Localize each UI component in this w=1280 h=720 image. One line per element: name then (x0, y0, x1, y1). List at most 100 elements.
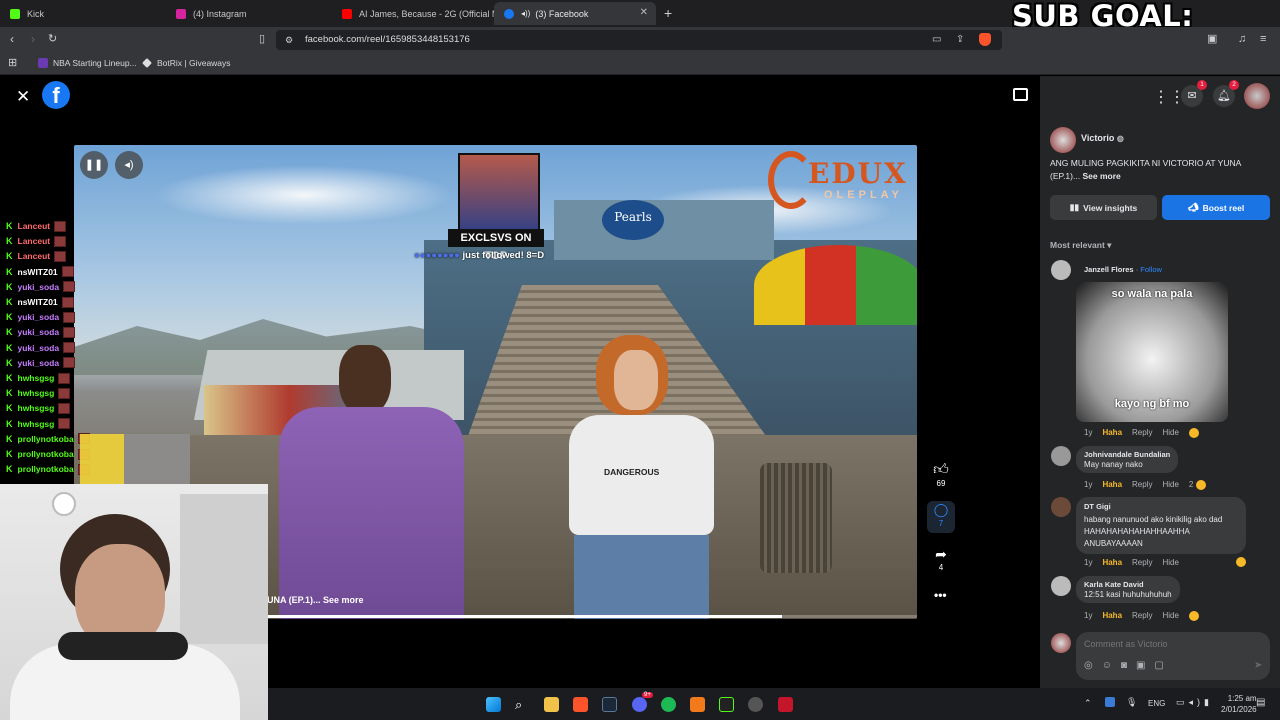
meme-image[interactable]: so wala na pala kayo ng bf mo (1076, 282, 1228, 422)
comment-author[interactable]: Janzell Flores · Follow (1084, 265, 1162, 274)
url-text: facebook.com/reel/1659853448153176 (305, 34, 470, 45)
apps-grid-icon[interactable]: ⊞ (8, 57, 17, 69)
music-icon[interactable]: ♫ (1238, 33, 1246, 45)
nba-icon (38, 58, 48, 68)
chat-line: K Lanceut (0, 219, 67, 233)
cloud (154, 165, 454, 225)
back-icon[interactable]: ‹ (10, 33, 14, 45)
spotify-icon[interactable] (661, 697, 676, 712)
botrix-icon (142, 58, 152, 68)
discord-badge: 9+ (642, 692, 653, 698)
chat-line: Kyuki_soda (0, 325, 76, 339)
commenter-avatar[interactable] (1051, 576, 1071, 596)
author-avatar[interactable] (1050, 127, 1076, 153)
bookmark-nba[interactable]: NBA Starting Lineup... (38, 58, 137, 68)
search-icon[interactable]: ⌕ (515, 697, 530, 712)
app-icon[interactable] (690, 697, 705, 712)
share-arrow-icon: ➦ (935, 546, 947, 562)
chat-avatar-icon (63, 311, 76, 323)
comment-textbox[interactable] (1084, 636, 1262, 652)
like-button[interactable]: 👍︎ 69 (930, 461, 952, 488)
reel-caption[interactable]: UNA (EP.1)... See more (267, 595, 364, 605)
tray-chevron-icon[interactable]: ⌃ (1084, 698, 1092, 709)
expand-icon[interactable] (1013, 88, 1028, 101)
comment-button[interactable]: ◯ 7 (927, 501, 955, 533)
language-indicator[interactable]: ENG (1148, 699, 1165, 708)
kick-app-icon[interactable] (778, 697, 793, 712)
chat-username: hwhsgsg (17, 418, 55, 429)
kick-badge-icon: K (6, 251, 13, 262)
public-globe-icon: ◍ (1116, 134, 1124, 143)
tray-app-icon[interactable] (1105, 697, 1115, 707)
sidebar-icon[interactable]: ▣ (1207, 33, 1217, 45)
terminal-icon[interactable] (719, 697, 734, 712)
send-icon[interactable]: ➤ (1254, 660, 1262, 671)
file-explorer-icon[interactable] (544, 697, 559, 712)
chat-username: hwhsgsg (17, 388, 55, 399)
chat-avatar-icon (54, 235, 67, 247)
chat-line: Kyuki_soda (0, 280, 76, 294)
sort-dropdown[interactable]: Most relevant ▾ (1050, 240, 1111, 251)
commenter-avatar[interactable] (1051, 446, 1071, 466)
boost-reel-button[interactable]: 📣︎ Boost reel (1162, 195, 1270, 220)
pearls-sign: Pearls (602, 200, 664, 240)
commenter-avatar[interactable] (1051, 260, 1071, 280)
chat-username: Lanceut (17, 251, 51, 262)
comment-bubble-icon: ◯ (933, 502, 949, 517)
volume-icon[interactable]: ◂) (115, 151, 143, 179)
tab-kick[interactable]: Kick (0, 2, 166, 25)
chat-username: yuki_soda (17, 281, 60, 292)
bookmark-icon[interactable]: ▯ (259, 33, 265, 45)
chat-line: Khwhsgsg (0, 417, 71, 431)
pause-icon[interactable]: ❚❚ (80, 151, 108, 179)
tab-label: (3) Facebook (535, 8, 589, 19)
discord-icon[interactable] (632, 697, 647, 712)
view-insights-button[interactable]: ▮▮ View insights (1050, 195, 1157, 220)
chat-username: prollynotkoba (17, 464, 74, 475)
author-name[interactable]: Victorio ◍ (1081, 133, 1124, 143)
megaphone-icon: 📣︎ (1187, 202, 1199, 212)
comment-input[interactable]: ◎☺◙▣▢ ➤ (1076, 632, 1270, 680)
close-reel-icon[interactable]: ✕ (16, 87, 30, 107)
new-tab-icon[interactable]: + (664, 6, 672, 20)
tab-youtube[interactable]: AI James, Because - 2G (Official Musi (332, 2, 494, 25)
profile-avatar[interactable] (1244, 83, 1270, 109)
reload-icon[interactable]: ↻ (48, 33, 57, 45)
instagram-icon (176, 8, 186, 19)
tab-instagram[interactable]: (4) Instagram (166, 2, 332, 25)
notif-badge: 2 (1229, 80, 1239, 90)
comment-bubble: DT Gigi habang nanunuod ako kinikilig ak… (1076, 497, 1246, 554)
steam-icon[interactable] (602, 697, 617, 712)
comment-actions: 1y Haha Reply Hide 2 (1084, 480, 1206, 490)
obs-icon[interactable] (748, 697, 763, 712)
chat-line: Kyuki_soda (0, 310, 76, 324)
close-tab-icon[interactable]: ✕ (640, 7, 648, 18)
forward-icon[interactable]: › (31, 33, 35, 45)
notification-center-icon[interactable]: ▤ (1256, 697, 1265, 708)
tab-facebook[interactable]: ◂)) (3) Facebook ✕ (494, 2, 656, 25)
facebook-logo-icon[interactable]: f (42, 81, 70, 109)
brave-icon[interactable] (573, 697, 588, 712)
windows-start-icon[interactable] (486, 697, 501, 712)
network-volume-battery-icon[interactable]: ▭◂)▮ (1176, 697, 1213, 708)
omnibox[interactable]: ⚙ facebook.com/reel/1659853448153176 ▭ ⇪ (276, 30, 1002, 50)
menu-icon[interactable]: ≡ (1260, 33, 1266, 45)
comment-tools-icons[interactable]: ◎☺◙▣▢ (1084, 660, 1173, 671)
thumbs-up-icon: 👍︎ (933, 461, 949, 478)
cast-icon[interactable]: ▭ (932, 34, 941, 46)
follow-link[interactable]: Follow (1140, 265, 1162, 274)
clock[interactable]: 1:25 am 2/01/2026 (1221, 693, 1257, 715)
tray-mic-icon[interactable]: 🎙︎ (1126, 697, 1137, 708)
commenter-avatar[interactable] (1051, 497, 1071, 517)
man-shirt (279, 407, 464, 619)
brave-shield-icon[interactable] (979, 33, 991, 46)
bookmark-botrix[interactable]: BotRix | Giveaways (142, 58, 231, 68)
woman-jeans (574, 535, 709, 619)
share-icon[interactable]: ⇪ (956, 34, 964, 46)
site-info-icon[interactable]: ⚙ (285, 34, 293, 46)
share-button[interactable]: ➦ 4 (930, 546, 952, 572)
more-options-icon[interactable]: ••• (934, 588, 947, 602)
microphone (58, 632, 188, 660)
tab-label: Kick (27, 8, 45, 19)
see-more-link[interactable]: See more (1082, 171, 1120, 181)
